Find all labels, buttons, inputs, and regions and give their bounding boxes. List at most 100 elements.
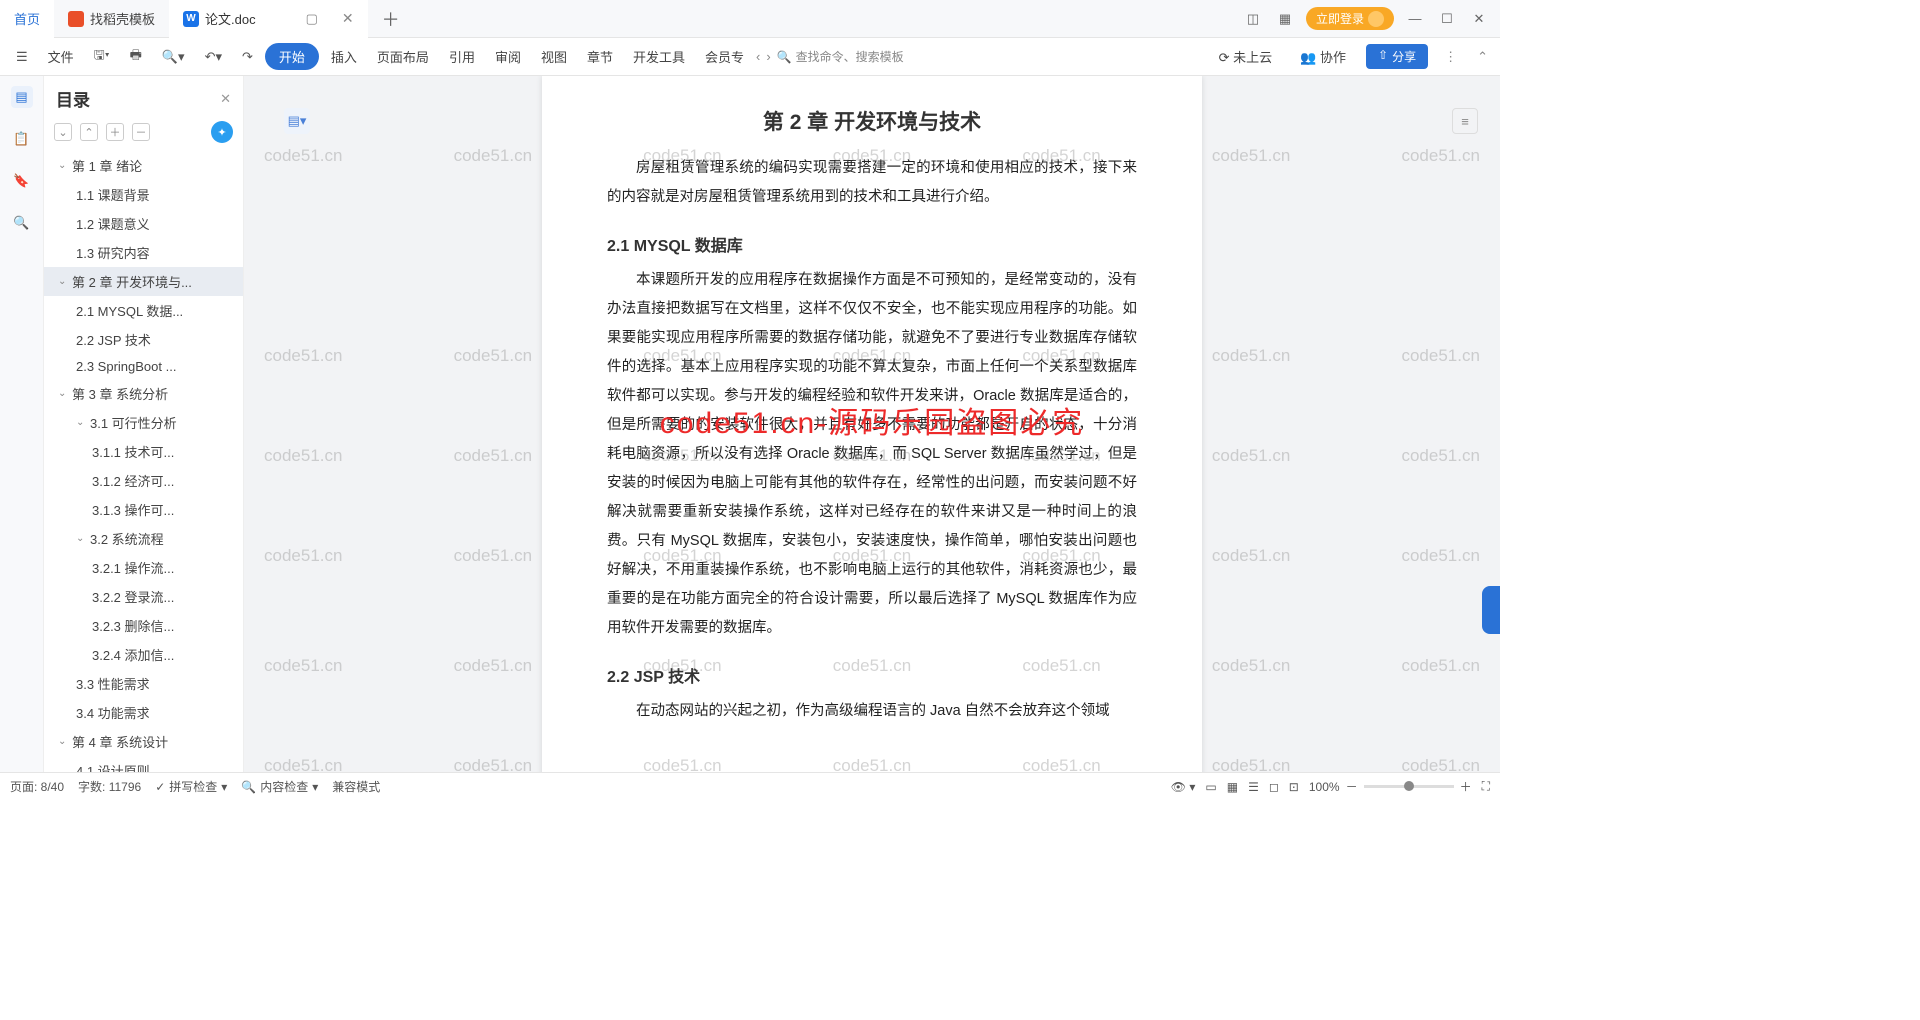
window-minimize[interactable]: —: [1404, 8, 1426, 30]
layout-icon[interactable]: ◫: [1242, 8, 1264, 30]
tab-home[interactable]: 首页: [0, 0, 54, 38]
outline-item[interactable]: 3.1.1 技术可...: [44, 437, 243, 466]
menu-start[interactable]: 开始: [265, 43, 319, 70]
menu-file[interactable]: 文件: [40, 43, 82, 70]
chevron-down-icon[interactable]: ⌄: [58, 388, 70, 399]
add-heading-icon[interactable]: ＋: [106, 123, 124, 141]
outline-item[interactable]: ⌄3.2 系统流程: [44, 524, 243, 553]
template-icon: [68, 11, 84, 27]
status-spellcheck[interactable]: ✓ 拼写检查 ▾: [155, 778, 227, 795]
share-button[interactable]: ⇧ 分享: [1366, 44, 1428, 69]
outline-item[interactable]: 3.1.2 经济可...: [44, 466, 243, 495]
outline-item[interactable]: 3.2.1 操作流...: [44, 553, 243, 582]
status-compat[interactable]: 兼容模式: [332, 778, 380, 795]
fullscreen-icon[interactable]: ⛶: [1482, 779, 1490, 794]
search-icon[interactable]: 🔍: [11, 212, 33, 234]
chevron-down-icon[interactable]: ⌄: [58, 736, 70, 747]
collapse-all-icon[interactable]: ⌄: [54, 123, 72, 141]
bookmark-icon[interactable]: 🔖: [11, 170, 33, 192]
menu-devtools[interactable]: 开发工具: [625, 43, 693, 70]
zoom-in-icon[interactable]: ＋: [1460, 778, 1472, 795]
zoom-out-icon[interactable]: －: [1346, 778, 1358, 795]
login-button[interactable]: 立即登录: [1306, 7, 1394, 30]
apps-icon[interactable]: ▦: [1274, 8, 1296, 30]
outline-item[interactable]: ⌄3.1 可行性分析: [44, 408, 243, 437]
outline-item-label: 第 3 章 系统分析: [72, 384, 168, 403]
outline-item[interactable]: ⌄第 1 章 绪论: [44, 151, 243, 180]
remove-heading-icon[interactable]: －: [132, 123, 150, 141]
zoom-slider[interactable]: [1364, 785, 1454, 788]
cooperation-button[interactable]: 👥 协作: [1292, 43, 1354, 70]
outline-icon[interactable]: ▤: [11, 86, 33, 108]
document-viewport[interactable]: ▤▾ ≡ 第 2 章 开发环境与技术 房屋租赁管理系统的编码实现需要搭建一定的环…: [244, 76, 1500, 772]
menu-nav-prev-icon[interactable]: ‹: [754, 49, 762, 64]
view-mode-outline-icon[interactable]: ☰: [1248, 780, 1259, 794]
outline-close-icon[interactable]: ✕: [220, 91, 231, 107]
chevron-down-icon[interactable]: ⌄: [76, 417, 88, 428]
menu-search[interactable]: 🔍 查找命令、搜索模板: [777, 48, 904, 65]
menu-insert[interactable]: 插入: [323, 43, 365, 70]
outline-item[interactable]: 3.2.2 登录流...: [44, 582, 243, 611]
menu-nav-next-icon[interactable]: ›: [764, 49, 772, 64]
menu-chapter[interactable]: 章节: [579, 43, 621, 70]
menu-review[interactable]: 审阅: [487, 43, 529, 70]
outline-item[interactable]: 3.3 性能需求: [44, 669, 243, 698]
window-close[interactable]: ✕: [1468, 8, 1490, 30]
preview-icon[interactable]: 🔍▾: [154, 45, 193, 69]
tab-template[interactable]: 找稻壳模板: [54, 0, 169, 38]
outline-item[interactable]: ⌄第 2 章 开发环境与...: [44, 267, 243, 296]
tab-document[interactable]: 论文.doc ▢ ✕: [169, 0, 368, 38]
menu-hamburger-icon[interactable]: ☰: [8, 45, 36, 69]
page-tools-icon[interactable]: ▤▾: [284, 108, 310, 134]
outline-item-label: 1.1 课题背景: [76, 185, 150, 204]
chevron-down-icon[interactable]: ⌄: [76, 533, 88, 544]
cloud-status[interactable]: ⟳ 未上云: [1211, 43, 1281, 70]
fit-page-icon[interactable]: ⊡: [1289, 780, 1299, 794]
outline-item[interactable]: 3.2.4 添加信...: [44, 640, 243, 669]
view-mode-page-icon[interactable]: ▭: [1205, 780, 1216, 794]
tab-window-icon[interactable]: ▢: [306, 11, 318, 27]
window-maximize[interactable]: ☐: [1436, 8, 1458, 30]
tab-add[interactable]: ＋: [368, 6, 414, 32]
outline-item-label: 3.2.4 添加信...: [92, 645, 174, 664]
menu-collapse-icon[interactable]: ⌃: [1473, 49, 1492, 65]
outline-item[interactable]: 2.2 JSP 技术: [44, 325, 243, 354]
outline-item[interactable]: 2.3 SpringBoot ...: [44, 354, 243, 379]
outline-item[interactable]: 4.1 设计原则: [44, 756, 243, 772]
menu-view[interactable]: 视图: [533, 43, 575, 70]
chevron-down-icon[interactable]: ⌄: [58, 276, 70, 287]
window-controls: ◫ ▦ 立即登录 — ☐ ✕: [1242, 7, 1500, 30]
view-mode-web-icon[interactable]: ▦: [1227, 780, 1238, 794]
side-drawer-tab[interactable]: [1482, 586, 1500, 634]
tab-close-icon[interactable]: ✕: [342, 10, 354, 27]
page-options-icon[interactable]: ≡: [1452, 108, 1478, 134]
chevron-down-icon[interactable]: ⌄: [58, 160, 70, 171]
outline-item[interactable]: 1.3 研究内容: [44, 238, 243, 267]
menu-more-icon[interactable]: ⋮: [1440, 49, 1461, 65]
menu-page-layout[interactable]: 页面布局: [369, 43, 437, 70]
redo-icon[interactable]: ↷: [234, 45, 261, 69]
outline-item[interactable]: 1.1 课题背景: [44, 180, 243, 209]
outline-item[interactable]: 3.1.3 操作可...: [44, 495, 243, 524]
save-icon[interactable]: 🖫▾: [86, 42, 118, 72]
outline-item[interactable]: 1.2 课题意义: [44, 209, 243, 238]
clipboard-icon[interactable]: 📋: [11, 128, 33, 150]
status-page[interactable]: 页面: 8/40: [10, 778, 64, 795]
outline-item[interactable]: ⌄第 3 章 系统分析: [44, 379, 243, 408]
print-icon[interactable]: 🖶: [122, 42, 150, 72]
menu-references[interactable]: 引用: [441, 43, 483, 70]
expand-all-icon[interactable]: ⌃: [80, 123, 98, 141]
zoom-control[interactable]: 100% － ＋: [1309, 778, 1472, 795]
outline-item[interactable]: ⌄第 4 章 系统设计: [44, 727, 243, 756]
status-contentcheck[interactable]: 🔍 内容检查 ▾: [241, 778, 318, 795]
ai-assistant-icon[interactable]: ✦: [211, 121, 233, 143]
outline-item[interactable]: 3.4 功能需求: [44, 698, 243, 727]
outline-item[interactable]: 3.2.3 删除信...: [44, 611, 243, 640]
status-words[interactable]: 字数: 11796: [78, 778, 141, 795]
undo-icon[interactable]: ↶▾: [197, 45, 230, 69]
section-title: 2.2 JSP 技术: [607, 663, 1137, 687]
menu-member[interactable]: 会员专: [697, 43, 752, 70]
view-mode-read-icon[interactable]: ◻: [1269, 780, 1279, 794]
view-mode-eye-icon[interactable]: 👁 ▾: [1171, 780, 1196, 794]
outline-item[interactable]: 2.1 MYSQL 数据...: [44, 296, 243, 325]
